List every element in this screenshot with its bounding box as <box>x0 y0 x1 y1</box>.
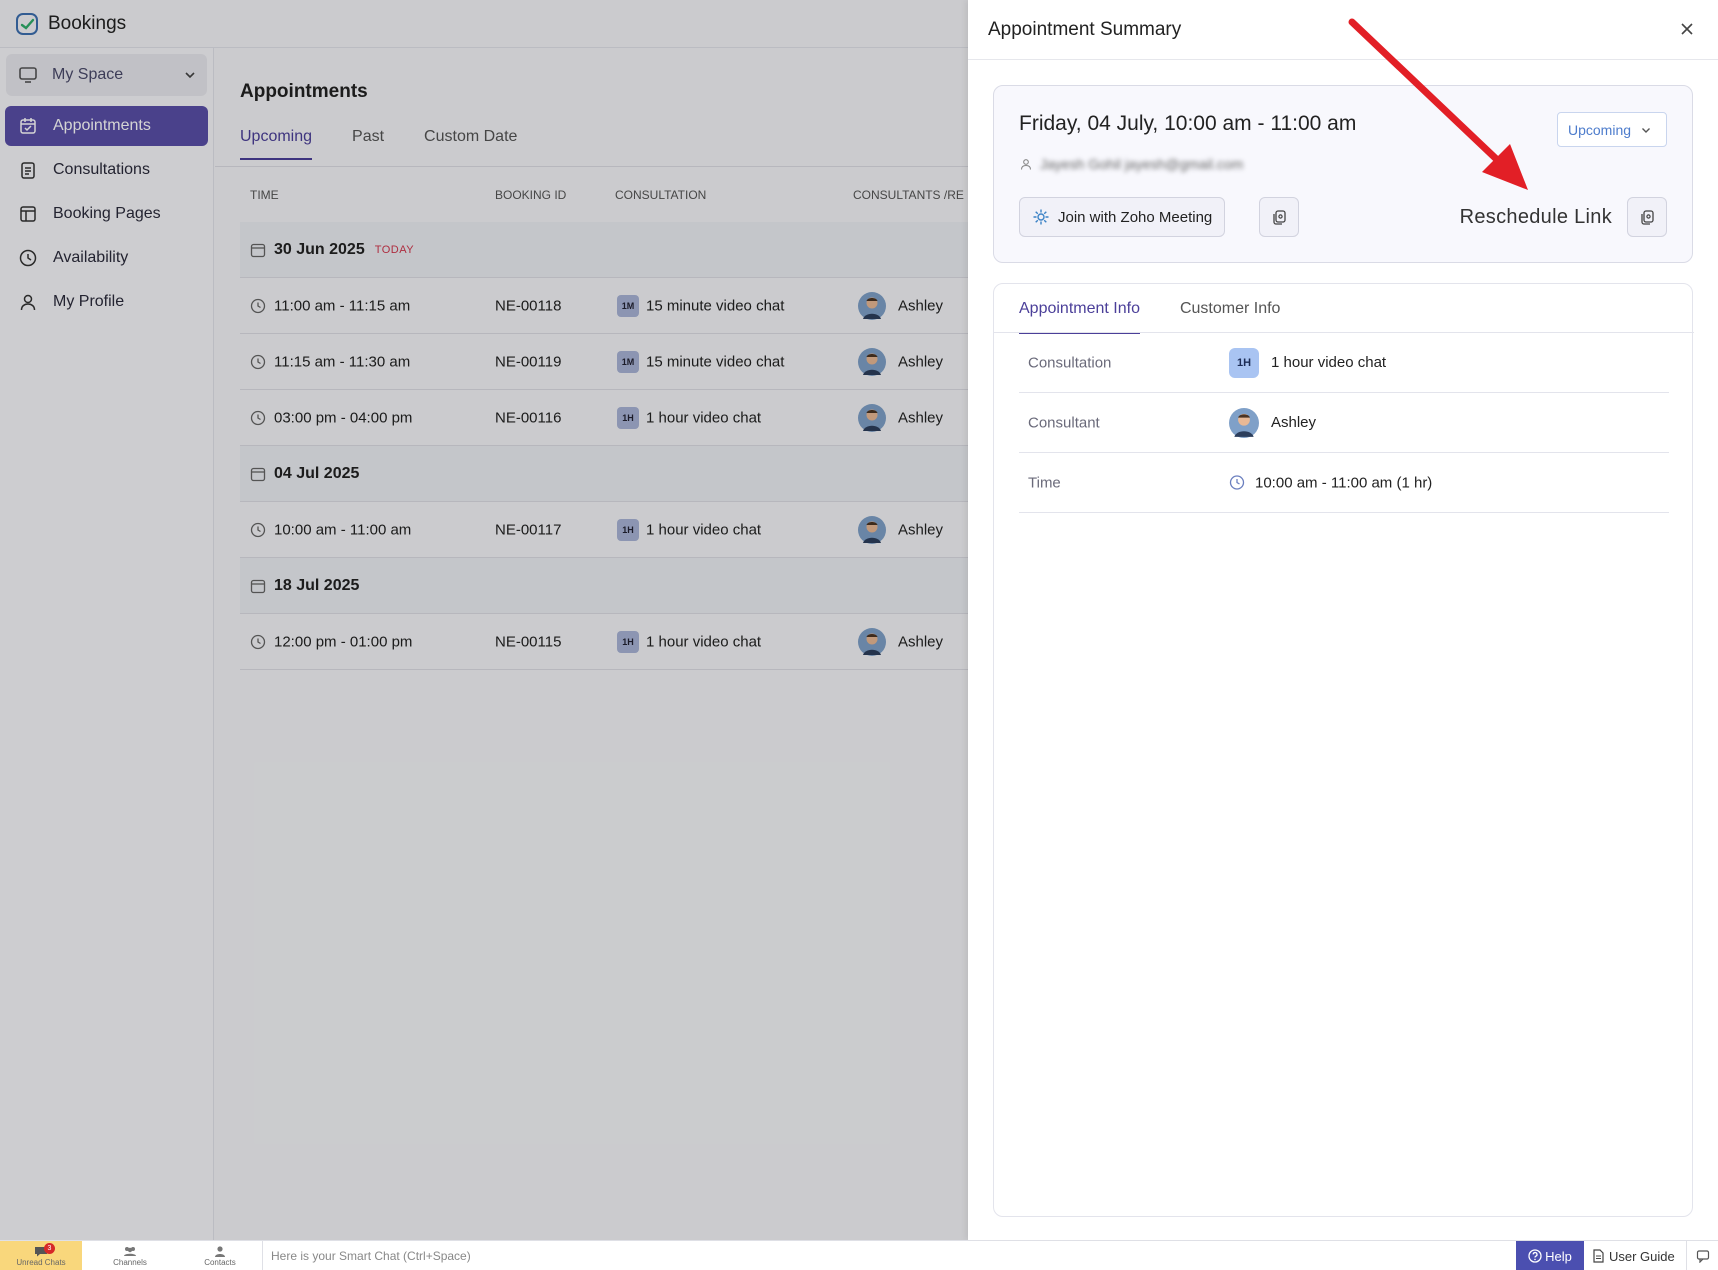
bookings-app: Bookings My Space Appointments Consultat… <box>0 0 968 1240</box>
customer-name-email: Jayesh Gohil jayesh@gmail.com <box>1040 156 1244 172</box>
info-key: Consultant <box>1028 414 1100 431</box>
info-value: Ashley <box>1229 407 1317 438</box>
appointment-summary-drawer: Appointment Summary Friday, 04 July, 10:… <box>968 0 1718 1240</box>
status-dropdown[interactable]: Upcoming <box>1557 112 1667 147</box>
time-value: 10:00 am - 11:00 am (1 hr) <box>1255 474 1433 491</box>
document-icon <box>1593 1249 1604 1263</box>
drawer-header: Appointment Summary <box>968 0 1718 60</box>
clock-icon <box>1229 475 1245 490</box>
modal-backdrop[interactable] <box>0 0 968 1240</box>
close-icon[interactable] <box>1678 20 1696 38</box>
consultation-name: 1 hour video chat <box>1271 354 1387 371</box>
help-icon <box>1528 1249 1542 1263</box>
info-key: Consultation <box>1028 354 1112 371</box>
help-label: Help <box>1545 1248 1572 1264</box>
copy-meeting-link-button[interactable] <box>1259 197 1299 237</box>
info-key: Time <box>1028 474 1061 491</box>
copy-icon <box>1273 210 1286 225</box>
appointment-datetime: Friday, 04 July, 10:00 am - 11:00 am <box>1019 112 1357 135</box>
contact-icon <box>215 1246 225 1257</box>
user-guide-button[interactable]: User Guide <box>1592 1241 1682 1270</box>
status-value: Upcoming <box>1568 121 1632 138</box>
copy-icon <box>1641 210 1654 225</box>
smart-chat-input[interactable]: Here is your Smart Chat (Ctrl+Space) <box>262 1241 1512 1270</box>
channels-button[interactable]: Channels <box>90 1241 170 1270</box>
consultant-name: Ashley <box>1271 414 1317 431</box>
customer-line: Jayesh Gohil jayesh@gmail.com <box>1020 156 1243 172</box>
info-row-consultant: Consultant Ashley <box>1019 393 1669 453</box>
tab-appointment-info[interactable]: Appointment Info <box>1019 300 1140 334</box>
bottom-bar: 3 Unread Chats Channels Contacts Here is… <box>0 1240 1718 1270</box>
info-tabs: Appointment Info Customer Info <box>1019 300 1320 334</box>
user-guide-label: User Guide <box>1609 1248 1675 1264</box>
unread-chats-label: Unread Chats <box>16 1258 66 1267</box>
person-icon <box>1020 159 1032 170</box>
join-meeting-label: Join with Zoho Meeting <box>1058 208 1213 226</box>
feedback-icon <box>1696 1250 1709 1263</box>
drawer-title: Appointment Summary <box>988 18 1182 40</box>
chevron-down-icon <box>1642 127 1651 133</box>
channels-label: Channels <box>113 1258 147 1267</box>
info-row-consultation: Consultation 1H 1 hour video chat <box>1019 333 1669 393</box>
feedback-button[interactable] <box>1686 1241 1718 1270</box>
info-value: 1H 1 hour video chat <box>1229 347 1387 378</box>
info-value: 10:00 am - 11:00 am (1 hr) <box>1229 474 1432 491</box>
info-row-time: Time 10:00 am - 11:00 am (1 hr) <box>1019 453 1669 513</box>
tab-customer-info[interactable]: Customer Info <box>1180 300 1280 334</box>
smart-chat-placeholder: Here is your Smart Chat (Ctrl+Space) <box>271 1249 471 1263</box>
contacts-button[interactable]: Contacts <box>180 1241 260 1270</box>
info-card: Appointment Info Customer Info Consultat… <box>993 283 1694 1217</box>
join-meeting-button[interactable]: Join with Zoho Meeting <box>1019 197 1226 237</box>
reschedule-link-label: Reschedule Link <box>1459 206 1612 228</box>
avatar <box>1229 407 1259 438</box>
unread-count-badge: 3 <box>44 1243 55 1254</box>
copy-reschedule-link-button[interactable] <box>1627 197 1667 237</box>
group-icon <box>124 1247 136 1256</box>
duration-badge: 1H <box>1229 347 1259 378</box>
zoho-meeting-icon <box>1033 209 1049 225</box>
contacts-label: Contacts <box>204 1258 236 1267</box>
summary-card: Friday, 04 July, 10:00 am - 11:00 am Jay… <box>993 85 1693 263</box>
unread-chats-button[interactable]: 3 Unread Chats <box>0 1241 82 1270</box>
help-button[interactable]: Help <box>1516 1241 1584 1270</box>
